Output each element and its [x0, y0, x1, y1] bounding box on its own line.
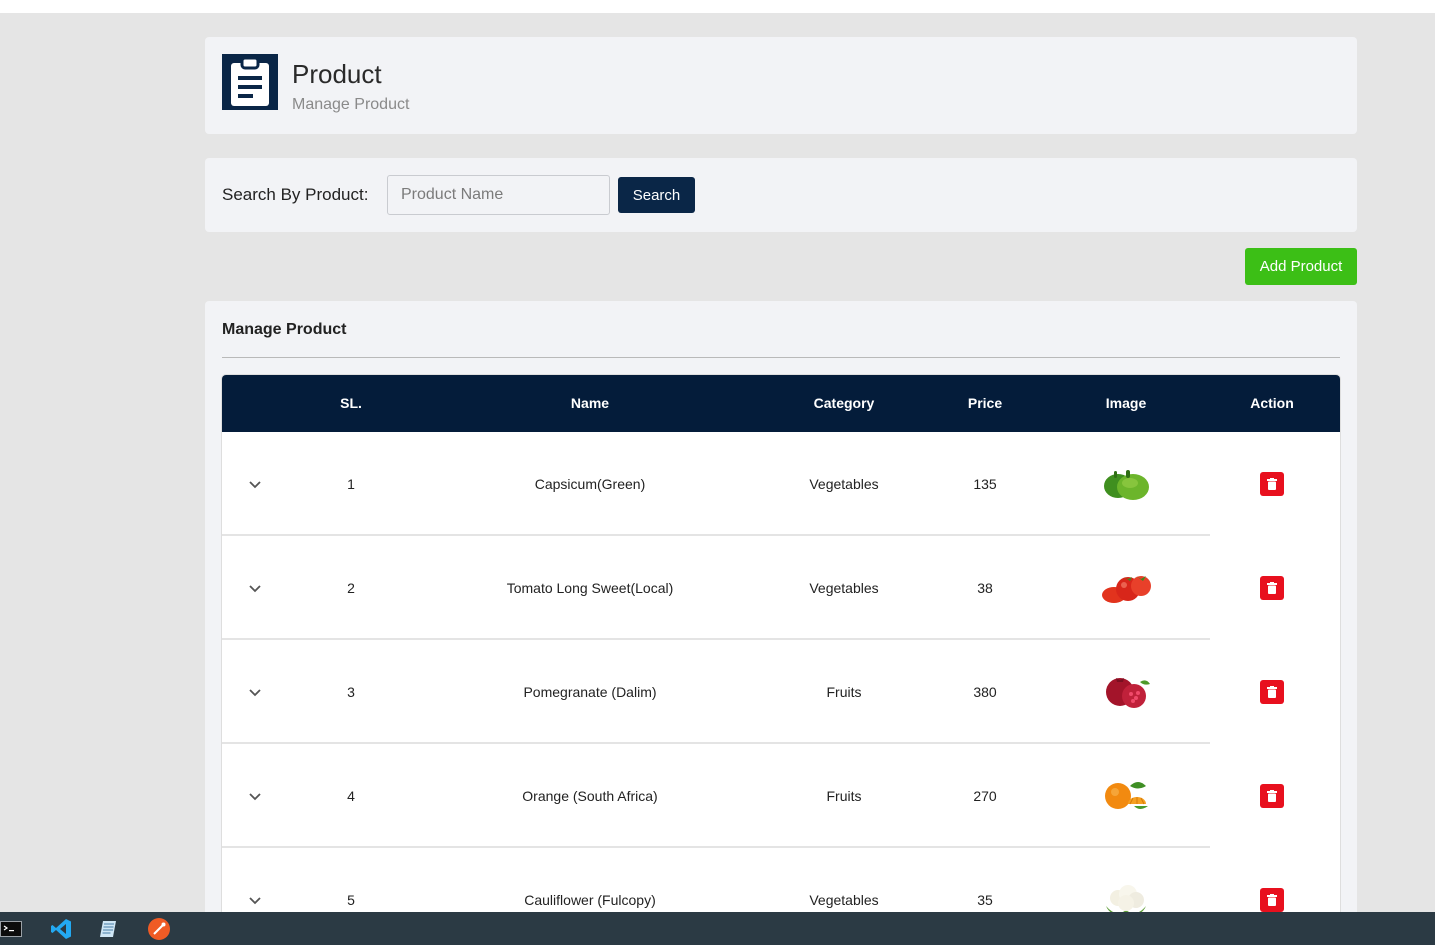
trash-icon: [1267, 894, 1277, 906]
cell-name: Capsicum(Green): [534, 476, 646, 492]
search-panel: Search By Product: Search: [205, 158, 1357, 232]
cell-name: Pomegranate (Dalim): [523, 684, 657, 700]
expand-row-button[interactable]: [222, 744, 288, 848]
cell-price: 380: [973, 684, 997, 700]
search-label: Search By Product:: [222, 185, 369, 204]
section-title: Manage Product: [222, 321, 347, 338]
delete-cell: [1204, 432, 1340, 536]
trash-icon: [1267, 582, 1277, 594]
divider: [222, 357, 1340, 358]
delete-button[interactable]: [1260, 472, 1284, 496]
chevron-down-icon: [249, 585, 261, 593]
column-header-sl[interactable]: SL.: [288, 375, 414, 432]
trash-icon: [1267, 478, 1277, 490]
column-header-price[interactable]: Price: [922, 375, 1048, 432]
cell-name: Tomato Long Sweet(Local): [506, 580, 674, 596]
trash-icon: [1267, 686, 1277, 698]
postman-icon[interactable]: [147, 917, 171, 941]
tomato-image: [1048, 536, 1204, 640]
vscode-icon[interactable]: [50, 918, 72, 940]
search-button[interactable]: Search: [618, 177, 695, 213]
page-title: Product: [292, 59, 382, 89]
page-subtitle: Manage Product: [292, 96, 410, 113]
cell-category: Fruits: [826, 788, 862, 804]
table-header: SL. Name Category Price Image Action: [222, 375, 1340, 432]
delete-cell: [1204, 536, 1340, 640]
product-table: SL. Name Category Price Image Action 1 C…: [222, 375, 1340, 945]
clipboard-icon: [222, 54, 278, 110]
cell-price: 135: [973, 476, 997, 492]
cell-sl: 4: [347, 788, 355, 804]
taskbar: [0, 912, 1435, 945]
delete-button[interactable]: [1260, 888, 1284, 912]
delete-button[interactable]: [1260, 680, 1284, 704]
cell-price: 270: [973, 788, 997, 804]
delete-cell: [1204, 744, 1340, 848]
page-header: Product Manage Product: [205, 37, 1357, 134]
cell-price: 38: [977, 580, 993, 596]
expand-row-button[interactable]: [222, 536, 288, 640]
add-product-button[interactable]: Add Product: [1245, 248, 1357, 285]
cell-category: Fruits: [826, 684, 862, 700]
cell-name: Orange (South Africa): [522, 788, 658, 804]
terminal-icon[interactable]: [0, 921, 22, 937]
table-row: 2 Tomato Long Sweet(Local) Vegetables 38: [222, 536, 1340, 640]
orange-image: [1048, 744, 1204, 848]
search-input[interactable]: [387, 175, 610, 215]
delete-cell: [1204, 640, 1340, 744]
cell-sl: 3: [347, 684, 355, 700]
trash-icon: [1267, 790, 1277, 802]
expand-row-button[interactable]: [222, 432, 288, 536]
column-header-action: Action: [1250, 395, 1294, 411]
cell-category: Vegetables: [809, 476, 879, 492]
chevron-down-icon: [249, 481, 261, 489]
chevron-down-icon: [249, 897, 261, 905]
column-header-category[interactable]: Category: [766, 375, 922, 432]
table-row: 1 Capsicum(Green) Vegetables 135: [222, 432, 1340, 536]
green-capsicum-image: [1048, 432, 1204, 536]
pomegranate-image: [1048, 640, 1204, 744]
column-header-image: Image: [1105, 395, 1147, 411]
top-strip: [0, 0, 1435, 13]
cell-sl: 1: [347, 476, 355, 492]
chevron-down-icon: [249, 793, 261, 801]
manage-product-panel: Manage Product SL. Name Category Price I…: [205, 301, 1357, 945]
delete-button[interactable]: [1260, 784, 1284, 808]
table-row: 3 Pomegranate (Dalim) Fruits 380: [222, 640, 1340, 744]
column-header-name[interactable]: Name: [414, 375, 766, 432]
notepad-icon[interactable]: [98, 918, 120, 940]
table-row: 4 Orange (South Africa) Fruits 270: [222, 744, 1340, 848]
delete-button[interactable]: [1260, 576, 1284, 600]
cell-sl: 2: [347, 580, 355, 596]
cell-category: Vegetables: [809, 580, 879, 596]
chevron-down-icon: [249, 689, 261, 697]
expand-row-button[interactable]: [222, 640, 288, 744]
